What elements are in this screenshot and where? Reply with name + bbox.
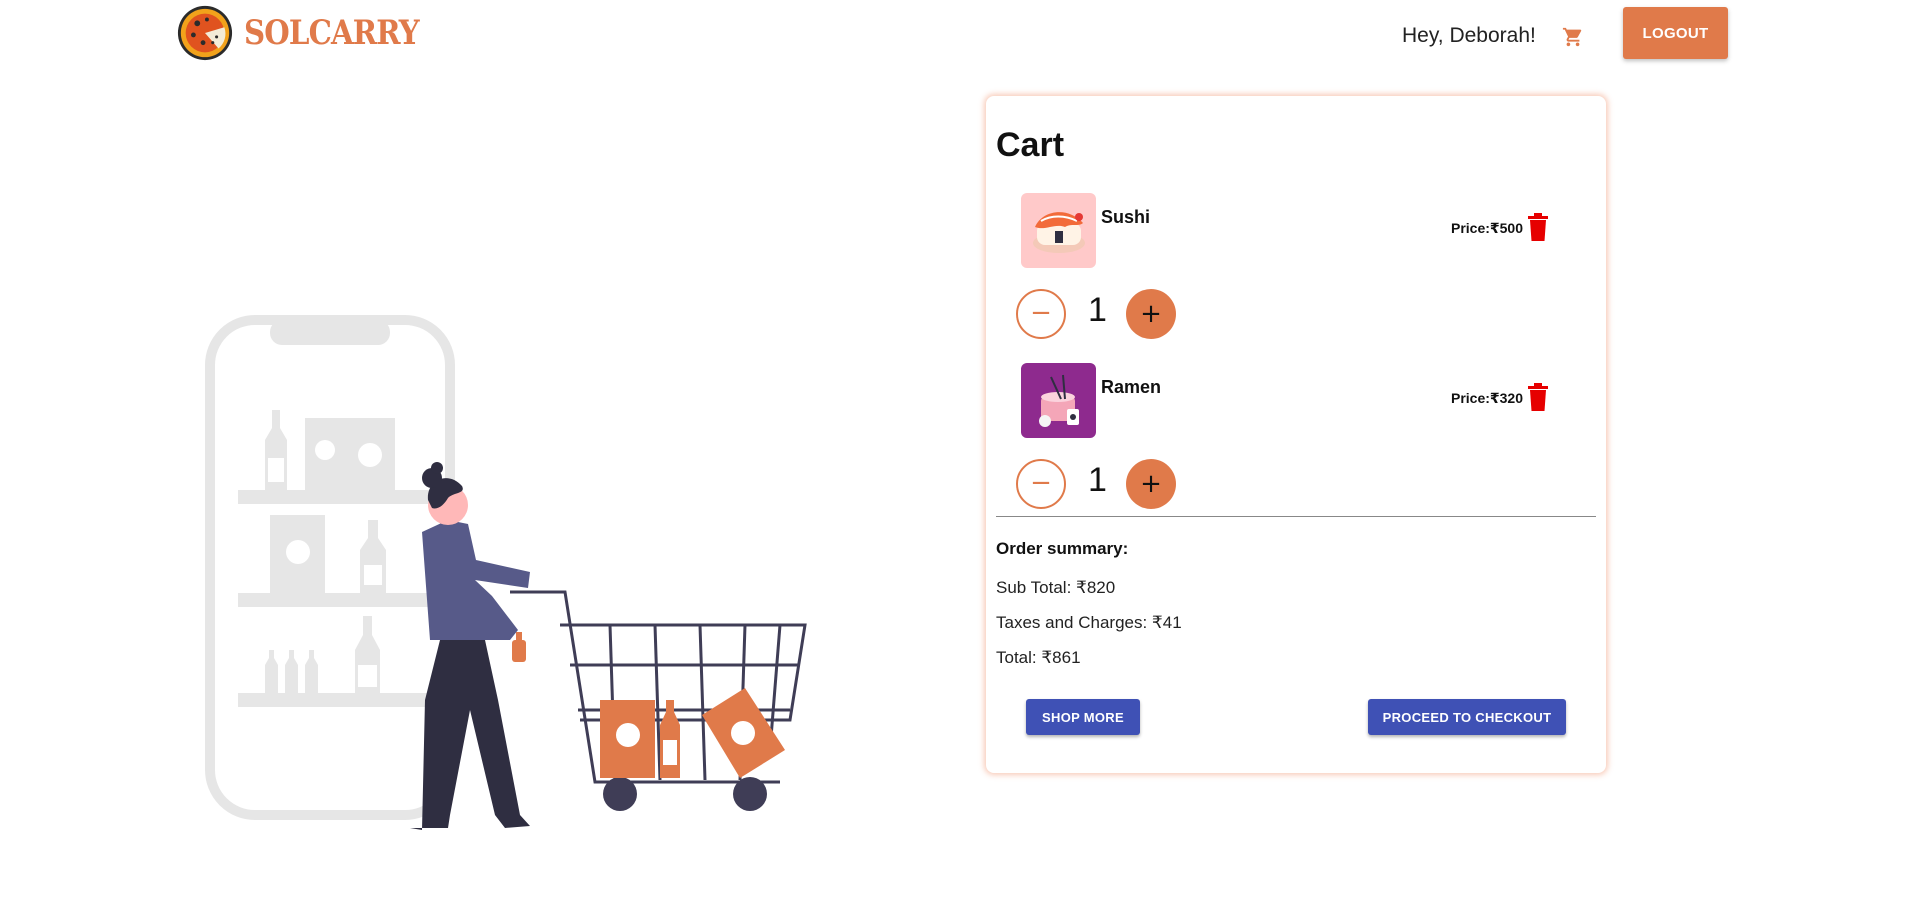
- quantity-stepper: − 1 +: [1016, 289, 1216, 339]
- increase-quantity-button[interactable]: +: [1126, 459, 1176, 509]
- trash-icon[interactable]: [1527, 383, 1549, 411]
- decrease-quantity-button[interactable]: −: [1016, 459, 1066, 509]
- pizza-logo-icon: [177, 5, 233, 61]
- item-name: Ramen: [1101, 377, 1162, 397]
- decrease-quantity-button[interactable]: −: [1016, 289, 1066, 339]
- item-price: Price:₹320: [1450, 390, 1523, 406]
- shopping-illustration: [205, 315, 807, 830]
- quantity-stepper: − 1 +: [1016, 459, 1216, 509]
- total: Total: ₹861: [996, 648, 1081, 667]
- divider: [996, 516, 1596, 517]
- order-summary-title: Order summary:: [996, 539, 1129, 558]
- proceed-to-checkout-button[interactable]: PROCEED TO CHECKOUT: [1368, 699, 1566, 735]
- taxes-and-charges: Taxes and Charges: ₹41: [996, 613, 1182, 632]
- cart-item: Ramen Price:₹320 − 1 +: [1016, 363, 1581, 533]
- trash-icon[interactable]: [1527, 213, 1549, 241]
- cart-item: Sushi Price:₹500 − 1 +: [1016, 193, 1581, 363]
- brand-logo[interactable]: SOLCARRY: [176, 4, 447, 62]
- sushi-image: [1021, 193, 1096, 268]
- quantity-value: 1: [1088, 291, 1107, 329]
- quantity-value: 1: [1088, 461, 1107, 499]
- logout-button[interactable]: LOGOUT: [1623, 7, 1728, 59]
- item-name: Sushi: [1101, 207, 1151, 227]
- shop-more-button[interactable]: SHOP MORE: [1026, 699, 1140, 735]
- cart-title: Cart: [996, 126, 1065, 164]
- subtotal: Sub Total: ₹820: [996, 578, 1116, 597]
- item-price: Price:₹500: [1450, 220, 1523, 236]
- user-greeting: Hey, Deborah!: [1402, 24, 1536, 47]
- shopping-cart-icon[interactable]: [1562, 26, 1584, 48]
- ramen-image: [1021, 363, 1096, 438]
- brand-name: SOLCARRY: [244, 13, 420, 53]
- increase-quantity-button[interactable]: +: [1126, 289, 1176, 339]
- cart-card: Cart Sushi Price:₹500 − 1 + Ramen Price:…: [986, 96, 1606, 773]
